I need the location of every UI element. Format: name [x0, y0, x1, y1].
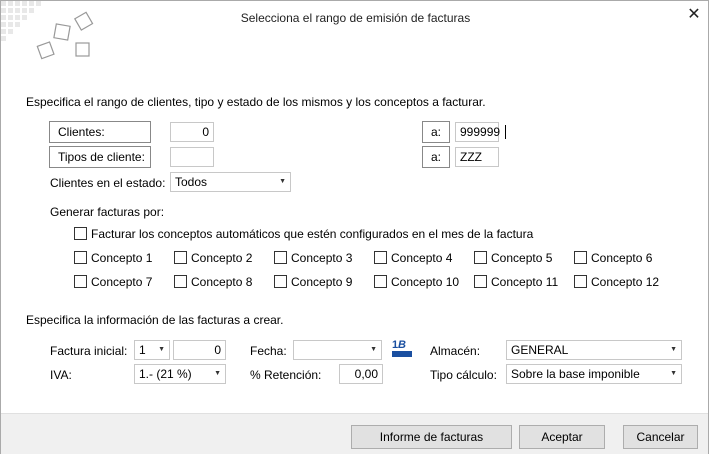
generar-label: Generar facturas por:: [50, 205, 165, 219]
concepto-3-label: Concepto 3: [291, 251, 353, 265]
concepto-11-checkbox[interactable]: [474, 275, 487, 288]
tipos-to-input[interactable]: ZZZ: [455, 147, 499, 167]
concepto-9-label: Concepto 9: [291, 275, 353, 289]
auto-conceptos-checkbox[interactable]: [74, 227, 87, 240]
serie-value: 1: [139, 343, 146, 357]
dialog-window: Selecciona el rango de emisión de factur…: [0, 0, 709, 454]
concepto-6-label: Concepto 6: [591, 251, 653, 265]
concepto-1-checkbox[interactable]: [74, 251, 87, 264]
informe-facturas-button[interactable]: Informe de facturas: [351, 425, 512, 449]
concepto-4-checkbox[interactable]: [374, 251, 387, 264]
iva-select[interactable]: 1.- (21 %) ▼: [134, 364, 226, 384]
dropdown-arrow-icon: ▼: [370, 346, 377, 353]
dropdown-arrow-icon: ▼: [158, 346, 165, 353]
almacen-value: GENERAL: [511, 343, 569, 357]
auto-conceptos-label: Facturar los conceptos automáticos que e…: [91, 227, 534, 241]
concepto-11-label: Concepto 11: [491, 275, 559, 289]
concepto-3-checkbox[interactable]: [274, 251, 287, 264]
svg-text:B: B: [398, 339, 406, 351]
tipos-from-input[interactable]: [170, 147, 214, 167]
iva-value: 1.- (21 %): [139, 367, 192, 381]
iva-label: IVA:: [50, 368, 72, 382]
concepto-5-label: Concepto 5: [491, 251, 553, 265]
dropdown-arrow-icon: ▼: [214, 370, 221, 377]
concepto-10-label: Concepto 10: [391, 275, 460, 289]
calendar-icon[interactable]: 1 B: [391, 337, 413, 359]
concepto-2-checkbox[interactable]: [174, 251, 187, 264]
almacen-label: Almacén:: [430, 344, 481, 358]
concepto-8-label: Concepto 8: [191, 275, 253, 289]
tipos-cliente-label: Tipos de cliente:: [49, 146, 151, 168]
concepto-4-label: Concepto 4: [391, 251, 453, 265]
aceptar-button[interactable]: Aceptar: [519, 425, 605, 449]
dialog-title: Selecciona el rango de emisión de factur…: [240, 11, 471, 25]
fecha-picker[interactable]: ▼: [293, 340, 382, 360]
tipo-calculo-label: Tipo cálculo:: [430, 368, 497, 382]
concepto-2-label: Concepto 2: [191, 251, 253, 265]
concepto-7-label: Concepto 7: [91, 275, 153, 289]
concepto-5-checkbox[interactable]: [474, 251, 487, 264]
concepto-9-checkbox[interactable]: [274, 275, 287, 288]
concepto-6-checkbox[interactable]: [574, 251, 587, 264]
dropdown-arrow-icon: ▼: [670, 346, 677, 353]
fecha-label: Fecha:: [250, 344, 287, 358]
cancelar-button[interactable]: Cancelar: [623, 425, 698, 449]
estado-label: Clientes en el estado:: [50, 176, 166, 190]
concepto-1-label: Concepto 1: [91, 251, 153, 265]
concepto-7-checkbox[interactable]: [74, 275, 87, 288]
factura-inicial-label: Factura inicial:: [50, 344, 128, 358]
concepto-12-label: Concepto 12: [591, 275, 660, 289]
retencion-label: % Retención:: [250, 368, 322, 382]
almacen-select[interactable]: GENERAL ▼: [506, 340, 682, 360]
retencion-input[interactable]: 0,00: [339, 364, 383, 384]
clientes-a-label: a:: [422, 121, 450, 143]
close-icon[interactable]: ✕: [684, 5, 704, 25]
range-heading: Especifica el rango de clientes, tipo y …: [26, 95, 486, 109]
dropdown-arrow-icon: ▼: [279, 178, 286, 185]
text-cursor: [505, 125, 506, 139]
clientes-label: Clientes:: [49, 121, 151, 143]
serie-select[interactable]: 1 ▼: [134, 340, 170, 360]
concepto-12-checkbox[interactable]: [574, 275, 587, 288]
concepto-8-checkbox[interactable]: [174, 275, 187, 288]
concepto-10-checkbox[interactable]: [374, 275, 387, 288]
tipo-calculo-value: Sobre la base imponible: [511, 367, 640, 381]
tipos-a-label: a:: [422, 146, 450, 168]
numero-factura-input[interactable]: 0: [173, 340, 226, 360]
estado-value: Todos: [175, 175, 208, 189]
tipo-calculo-select[interactable]: Sobre la base imponible ▼: [506, 364, 682, 384]
dropdown-arrow-icon: ▼: [670, 370, 677, 377]
clientes-from-input[interactable]: 0: [170, 122, 214, 142]
estado-select[interactable]: Todos ▼: [170, 172, 291, 192]
clientes-to-input[interactable]: 999999: [455, 122, 500, 142]
info-heading: Especifica la información de las factura…: [26, 313, 284, 327]
